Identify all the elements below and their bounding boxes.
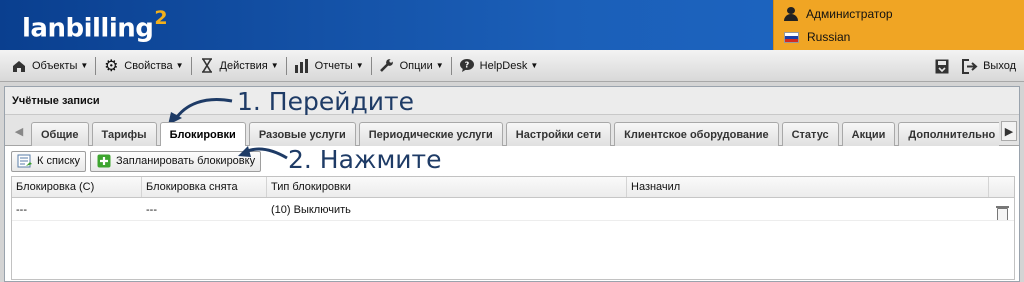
chevron-down-icon: ▼ bbox=[270, 61, 279, 70]
app-logo[interactable]: lanbilling2 bbox=[22, 7, 168, 44]
logout-button[interactable]: Выход bbox=[962, 54, 1016, 78]
svg-text:?: ? bbox=[464, 61, 469, 70]
language-switch[interactable]: Russian bbox=[784, 26, 850, 48]
toolbar-divider bbox=[95, 56, 97, 75]
back-to-list-button[interactable]: К списку bbox=[11, 150, 87, 172]
menu-objects-label: Объекты bbox=[32, 59, 78, 72]
back-to-list-label: К списку bbox=[37, 155, 81, 167]
logout-label: Выход bbox=[983, 60, 1016, 72]
schedule-block-label: Запланировать блокировку bbox=[116, 155, 256, 167]
column-header[interactable]: Назначил bbox=[627, 177, 989, 197]
chevron-down-icon: ▼ bbox=[435, 61, 444, 70]
accounts-panel: Учётные записи ◀ Общие Тарифы Блокировки… bbox=[4, 86, 1020, 282]
tab-general[interactable]: Общие bbox=[31, 122, 89, 146]
chevron-down-icon: ▼ bbox=[80, 61, 89, 70]
cell-block-type: (10) Выключить bbox=[271, 204, 351, 216]
tab-promotions[interactable]: Акции bbox=[841, 122, 896, 146]
chevron-down-icon: ▼ bbox=[175, 61, 184, 70]
tab-bar: ◀ Общие Тарифы Блокировки Разовые услуги… bbox=[5, 115, 1019, 146]
column-header[interactable]: Блокировка (С) bbox=[12, 177, 142, 197]
column-header bbox=[989, 177, 1014, 197]
menu-helpdesk-label: HelpDesk bbox=[479, 59, 528, 72]
column-header[interactable]: Тип блокировки bbox=[267, 177, 627, 197]
menu-reports[interactable]: Отчеты ▼ bbox=[289, 54, 369, 78]
cell-assigned-by bbox=[627, 198, 989, 220]
menu-options-label: Опции bbox=[399, 59, 433, 72]
toolbar-divider bbox=[450, 56, 452, 75]
tab-additional[interactable]: Дополнительно bbox=[898, 122, 999, 146]
add-icon bbox=[96, 153, 112, 169]
app-header: lanbilling2 Администратор Russian bbox=[0, 0, 1024, 50]
grid-header: Блокировка (С) Блокировка снята Тип блок… bbox=[12, 177, 1014, 198]
tabs: Общие Тарифы Блокировки Разовые услуги П… bbox=[31, 122, 999, 146]
hourglass-icon bbox=[199, 58, 215, 74]
russian-flag-icon bbox=[784, 31, 799, 43]
logout-icon bbox=[962, 58, 978, 74]
row-delete bbox=[989, 198, 1014, 220]
user-name: Администратор bbox=[806, 7, 893, 21]
panel-title: Учётные записи bbox=[5, 87, 1019, 115]
helpdesk-icon: ? bbox=[459, 58, 475, 74]
user-icon bbox=[784, 7, 798, 21]
tab-scroll-right-icon[interactable]: ▶ bbox=[1001, 121, 1017, 141]
tab-blocks[interactable]: Блокировки bbox=[159, 122, 246, 146]
menu-options[interactable]: Опции ▼ bbox=[374, 54, 449, 78]
cell-block-from: --- bbox=[16, 204, 27, 216]
tab-one-time-services[interactable]: Разовые услуги bbox=[248, 122, 356, 146]
menu-reports-label: Отчеты bbox=[314, 59, 353, 72]
toolbar-right: Выход bbox=[934, 54, 1016, 78]
toolbar-divider bbox=[370, 56, 372, 75]
annotation-step-2: 2. Нажмите bbox=[288, 145, 442, 174]
toolbar-divider bbox=[190, 56, 192, 75]
tab-status[interactable]: Статус bbox=[781, 122, 839, 146]
menu-helpdesk[interactable]: ? HelpDesk ▼ bbox=[454, 54, 544, 78]
menu-objects[interactable]: Объекты ▼ bbox=[6, 54, 93, 78]
main-toolbar: Объекты ▼ ⚙ Свойства ▼ Действия ▼ Отчеты ▼ О… bbox=[0, 50, 1024, 82]
menu-actions-label: Действия bbox=[219, 59, 268, 72]
chevron-down-icon: ▼ bbox=[355, 61, 364, 70]
blocks-grid: Блокировка (С) Блокировка снята Тип блок… bbox=[11, 176, 1015, 280]
tab-periodic-services[interactable]: Периодические услуги bbox=[358, 122, 503, 146]
current-user[interactable]: Администратор bbox=[784, 3, 893, 25]
schedule-block-button[interactable]: Запланировать блокировку bbox=[90, 150, 262, 172]
cell-block-removed: --- bbox=[146, 204, 157, 216]
list-back-icon bbox=[17, 153, 33, 169]
objects-icon bbox=[11, 58, 27, 74]
tab-network-settings[interactable]: Настройки сети bbox=[505, 122, 612, 146]
user-box: Администратор Russian bbox=[773, 0, 1024, 50]
save-icon[interactable] bbox=[934, 58, 950, 74]
table-row[interactable]: --- --- (10) Выключить bbox=[12, 198, 1014, 221]
toolbar-divider bbox=[285, 56, 287, 75]
wrench-icon bbox=[379, 58, 395, 74]
menu-properties-label: Свойства bbox=[124, 59, 173, 72]
gear-icon: ⚙ bbox=[104, 57, 119, 75]
language-label: Russian bbox=[807, 30, 851, 44]
trash-icon[interactable] bbox=[996, 206, 1009, 220]
column-header[interactable]: Блокировка снята bbox=[142, 177, 267, 197]
menu-properties[interactable]: ⚙ Свойства ▼ bbox=[98, 54, 188, 78]
annotation-step-1: 1. Перейдите bbox=[237, 87, 414, 116]
menu-actions[interactable]: Действия ▼ bbox=[194, 54, 284, 78]
tab-client-equipment[interactable]: Клиентское оборудование bbox=[614, 122, 779, 146]
tab-tariffs[interactable]: Тарифы bbox=[91, 122, 157, 146]
bar-chart-icon bbox=[294, 58, 310, 74]
chevron-down-icon: ▼ bbox=[530, 61, 539, 70]
tab-scroll-left-icon[interactable]: ◀ bbox=[11, 121, 27, 141]
action-bar: К списку Запланировать блокировку bbox=[5, 146, 1019, 176]
